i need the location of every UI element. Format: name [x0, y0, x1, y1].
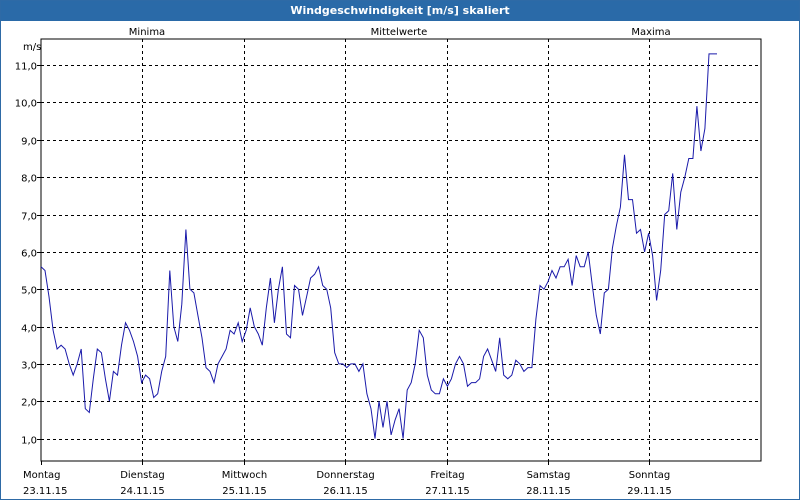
wind-speed-chart: 1,0 2,0 3,0 4,0 5,0 6,0 7,0 8,0 9,0 10,0 11,0 Mont…	[15, 27, 762, 497]
y-tick-label: 5,0	[21, 286, 37, 297]
x-tick-date-label: 24.11.15	[120, 486, 165, 497]
y-tick-label: 2,0	[21, 398, 37, 409]
y-tick-label: 10,0	[15, 99, 37, 110]
x-tick-day-label: Dienstag	[120, 470, 165, 481]
y-tick-label: 6,0	[21, 249, 37, 260]
legend-mittelwerte[interactable]: Mittelwerte	[371, 27, 428, 38]
legend-maxima[interactable]: Maxima	[631, 27, 670, 38]
legend-minima[interactable]: Minima	[129, 27, 165, 38]
x-tick-day-label: Samstag	[527, 470, 571, 481]
x-tick-date-label: 28.11.15	[526, 486, 571, 497]
x-tick-day-label: Montag	[23, 470, 60, 481]
x-tick-day-label: Mittwoch	[222, 470, 267, 481]
y-tick-label: 7,0	[21, 212, 37, 223]
x-axis-ticks: Montag 23.11.15 Dienstag 24.11.15 Mittwoch 25…	[23, 461, 672, 497]
chart-window: Windgeschwindigkeit [m/s] skaliert 1,0 2,…	[0, 0, 800, 500]
y-tick-label: 8,0	[21, 174, 37, 185]
x-tick-day-label: Sonntag	[629, 470, 671, 481]
x-tick-date-label: 23.11.15	[23, 486, 68, 497]
grid	[41, 39, 761, 461]
y-tick-label: 9,0	[21, 137, 37, 148]
y-axis-ticks: 1,0 2,0 3,0 4,0 5,0 6,0 7,0 8,0 9,0 10,0 11,0	[15, 62, 41, 447]
y-tick-label: 4,0	[21, 324, 37, 335]
x-tick-date-label: 27.11.15	[425, 486, 470, 497]
x-tick-day-label: Donnerstag	[316, 470, 374, 481]
x-tick-date-label: 29.11.15	[627, 486, 672, 497]
x-tick-date-label: 25.11.15	[222, 486, 267, 497]
y-tick-label: 3,0	[21, 361, 37, 372]
x-tick-date-label: 26.11.15	[323, 486, 368, 497]
y-tick-label: 11,0	[15, 62, 37, 73]
y-axis-unit: m/s	[23, 42, 41, 53]
x-tick-day-label: Freitag	[430, 470, 464, 481]
y-tick-label: 1,0	[21, 436, 37, 447]
